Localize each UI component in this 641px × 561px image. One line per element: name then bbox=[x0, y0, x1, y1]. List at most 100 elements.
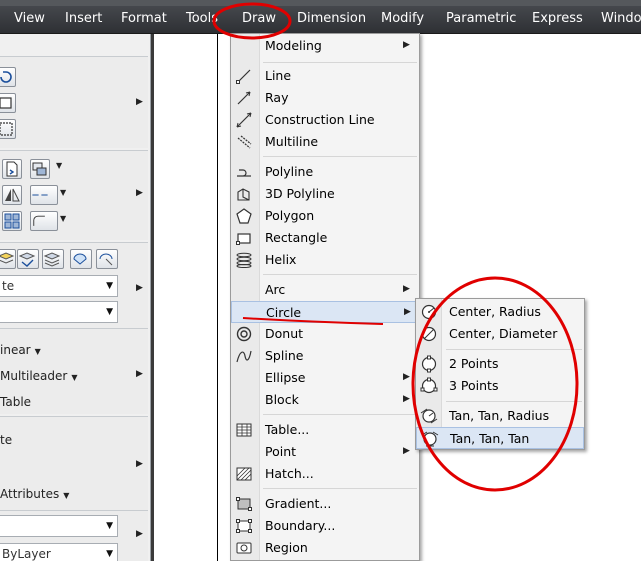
menu-item-2-points[interactable]: 2 Points bbox=[416, 353, 584, 375]
attributes-dropdown[interactable]: Attributes ▼ bbox=[0, 487, 69, 501]
menu-item-label: 3 Points bbox=[449, 378, 499, 393]
ribbon-undo-button[interactable] bbox=[0, 67, 16, 87]
ribbon-panel: ▶ ▼ ▼ ▼ ▶ te ▼ ▼ ▶ inear ▼ Multileader ▼… bbox=[0, 34, 151, 561]
menu-item-block[interactable]: Block ▶ bbox=[231, 389, 419, 411]
ribbon-section-block: te Attributes ▼ ▶ bbox=[0, 416, 148, 510]
fillet-dropdown-icon[interactable]: ▼ bbox=[60, 214, 66, 223]
menu-item-construction-line[interactable]: Construction Line bbox=[231, 109, 419, 131]
layer-combo-dropdown-icon: ▼ bbox=[106, 281, 113, 291]
ribbon-layer-button-3[interactable] bbox=[42, 249, 64, 269]
menu-item-arc[interactable]: Arc ▶ bbox=[231, 279, 419, 301]
menu-item-center-radius[interactable]: Center, Radius bbox=[416, 301, 584, 323]
menu-item-label: Polygon bbox=[265, 208, 315, 223]
ribbon-draworder-button[interactable] bbox=[30, 159, 50, 179]
menu-item-label: Spline bbox=[265, 348, 304, 363]
ribbon-layer-button-5[interactable] bbox=[96, 249, 118, 269]
undo-icon bbox=[0, 71, 12, 83]
menu-item-label: Modeling bbox=[265, 38, 322, 53]
menu-item-polyline[interactable]: Polyline bbox=[231, 161, 419, 183]
menu-express[interactable]: Express bbox=[532, 6, 583, 32]
create-label: te bbox=[0, 433, 13, 447]
ribbon-fillet-button[interactable] bbox=[30, 211, 58, 231]
menu-item-label: Construction Line bbox=[265, 112, 375, 127]
menu-item-label: Ray bbox=[265, 90, 289, 105]
layer-combo-2[interactable]: ▼ bbox=[0, 301, 118, 323]
menu-insert[interactable]: Insert bbox=[65, 6, 102, 32]
section-expand-arrow-icon[interactable]: ▶ bbox=[136, 188, 143, 198]
create-block-button[interactable]: te bbox=[0, 433, 12, 447]
drawing-line bbox=[217, 34, 218, 561]
menu-window[interactable]: Windo bbox=[601, 6, 641, 32]
array-icon bbox=[4, 213, 20, 229]
section-expand-arrow-icon[interactable]: ▶ bbox=[136, 529, 143, 539]
menu-item-polygon[interactable]: Polygon bbox=[231, 205, 419, 227]
ribbon-layer-button-4[interactable] bbox=[70, 249, 92, 269]
ribbon-scale-button[interactable] bbox=[0, 119, 16, 139]
menu-item-table[interactable]: Table... bbox=[231, 419, 419, 441]
menu-item-label: Point bbox=[265, 444, 297, 459]
menu-item-tan-tan-tan[interactable]: Tan, Tan, Tan bbox=[416, 427, 584, 449]
menu-item-helix[interactable]: Helix bbox=[231, 249, 419, 271]
menu-item-gradient[interactable]: Gradient... bbox=[231, 493, 419, 515]
draw-menu: Modeling ▶ Line Ray Construction Line Mu… bbox=[230, 33, 420, 561]
draw-order-dropdown-icon[interactable]: ▼ bbox=[56, 161, 62, 170]
submenu-arrow-icon: ▶ bbox=[403, 372, 410, 382]
menu-format[interactable]: Format bbox=[121, 6, 167, 32]
menu-item-multiline[interactable]: Multiline bbox=[231, 131, 419, 153]
submenu-arrow-icon: ▶ bbox=[404, 307, 411, 317]
linear-dimension-dropdown[interactable]: inear ▼ bbox=[0, 343, 41, 357]
linetype-combo-dropdown-icon: ▼ bbox=[106, 549, 113, 559]
section-expand-arrow-icon[interactable]: ▶ bbox=[136, 97, 143, 107]
ribbon-section-1: ▶ bbox=[0, 56, 148, 148]
menu-tools[interactable]: Tools bbox=[186, 6, 218, 32]
menu-item-label: Helix bbox=[265, 252, 297, 267]
circle-center-diameter-icon bbox=[421, 326, 437, 342]
ribbon-copy-button[interactable] bbox=[0, 93, 16, 113]
menu-item-circle[interactable]: Circle ▶ bbox=[231, 301, 419, 323]
insert-block-icon bbox=[6, 161, 18, 177]
linear-dropdown-icon: ▼ bbox=[34, 347, 41, 356]
section-expand-arrow-icon[interactable]: ▶ bbox=[136, 283, 143, 293]
menu-draw[interactable]: Draw bbox=[242, 6, 276, 32]
menu-item-point[interactable]: Point ▶ bbox=[231, 441, 419, 463]
ribbon-break-button[interactable] bbox=[30, 185, 58, 205]
layer-combo[interactable]: te ▼ bbox=[0, 275, 118, 297]
menu-dimension[interactable]: Dimension bbox=[297, 6, 366, 32]
menu-item-line[interactable]: Line bbox=[231, 65, 419, 87]
menu-item-3-points[interactable]: 3 Points bbox=[416, 375, 584, 397]
menu-item-hatch[interactable]: Hatch... bbox=[231, 463, 419, 485]
table-button[interactable]: Table bbox=[0, 395, 31, 409]
ribbon-insert-button[interactable] bbox=[2, 159, 22, 179]
menu-item-3d-polyline[interactable]: 3D Polyline bbox=[231, 183, 419, 205]
ribbon-layer-button-2[interactable] bbox=[17, 249, 39, 269]
menu-modify[interactable]: Modify bbox=[381, 6, 424, 32]
menu-item-spline[interactable]: Spline bbox=[231, 345, 419, 367]
menu-item-label: Table... bbox=[265, 422, 310, 437]
menu-item-region[interactable]: Region bbox=[231, 537, 419, 559]
menu-item-ray[interactable]: Ray bbox=[231, 87, 419, 109]
color-combo[interactable]: ▼ bbox=[0, 515, 118, 537]
menu-item-donut[interactable]: Donut bbox=[231, 323, 419, 345]
section-expand-arrow-icon[interactable]: ▶ bbox=[136, 459, 143, 469]
ribbon-mirror-button[interactable] bbox=[2, 185, 22, 205]
layer-combo-value: te bbox=[2, 279, 15, 293]
menu-parametric[interactable]: Parametric bbox=[446, 6, 516, 32]
ribbon-layer-button-1[interactable] bbox=[0, 249, 16, 269]
menu-item-label: Donut bbox=[265, 326, 304, 341]
linetype-combo[interactable]: ByLayer ▼ bbox=[0, 543, 118, 561]
table-label: Table bbox=[0, 395, 32, 409]
menu-view[interactable]: View bbox=[14, 6, 45, 32]
multileader-dropdown[interactable]: Multileader ▼ bbox=[0, 369, 78, 383]
ribbon-array-button[interactable] bbox=[2, 211, 22, 231]
spline-icon bbox=[236, 350, 252, 363]
menu-item-center-diameter[interactable]: Center, Diameter bbox=[416, 323, 584, 345]
section-expand-arrow-icon[interactable]: ▶ bbox=[136, 369, 143, 379]
break-dropdown-icon[interactable]: ▼ bbox=[60, 188, 66, 197]
menu-item-ellipse[interactable]: Ellipse ▶ bbox=[231, 367, 419, 389]
menu-item-tan-tan-radius[interactable]: Tan, Tan, Radius bbox=[416, 405, 584, 427]
menu-item-rectangle[interactable]: Rectangle bbox=[231, 227, 419, 249]
menu-item-boundary[interactable]: Boundary... bbox=[231, 515, 419, 537]
menu-item-modeling[interactable]: Modeling ▶ bbox=[231, 35, 419, 57]
menu-item-label: Center, Diameter bbox=[449, 326, 558, 341]
mirror-icon bbox=[5, 188, 20, 202]
